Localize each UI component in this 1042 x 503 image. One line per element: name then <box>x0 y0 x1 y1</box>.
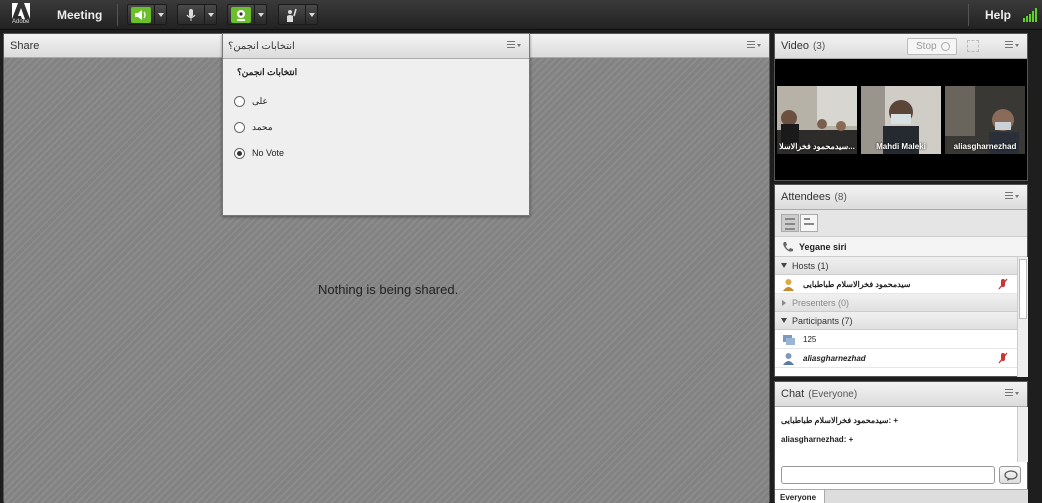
group-presenters[interactable]: Presenters (0) <box>775 294 1017 312</box>
status-view-icon[interactable] <box>800 214 818 232</box>
attendee-scrollbar[interactable] <box>1017 257 1028 377</box>
group-label: Presenters (0) <box>792 298 850 308</box>
poll-option-label: No Vote <box>252 148 285 158</box>
chat-pod-title: Chat (Everyone) <box>781 388 858 400</box>
share-pod-title: Share <box>10 40 40 52</box>
attendee-name: aliasgharnezhad <box>803 354 866 363</box>
video-tile-name: سیدمحمود فخرالاسلا... <box>779 142 855 151</box>
list-view-icon[interactable] <box>781 214 799 232</box>
webcam-dropdown[interactable] <box>254 5 266 24</box>
connection-signal-icon <box>1023 8 1039 22</box>
video-tile[interactable]: سیدمحمود فخرالاسلا... <box>777 86 857 154</box>
participant-group-icon <box>783 335 795 345</box>
speaker-dropdown[interactable] <box>154 5 166 24</box>
group-label: Participants (7) <box>792 316 853 326</box>
microphone-icon <box>181 7 201 23</box>
attendee-row[interactable]: 125 <box>775 330 1017 349</box>
video-tile-name: Mahdi Maleki <box>876 142 926 151</box>
attendee-list: Hosts (1) سیدمحمود فخرالاسلام طباطبایی P… <box>775 257 1017 377</box>
poll-option-label: علی <box>252 96 268 106</box>
poll-question: انتخابات انجمن؟ <box>237 67 298 77</box>
phone-icon <box>783 242 793 252</box>
raise-hand-button[interactable] <box>278 4 318 25</box>
stop-video-button[interactable]: Stop <box>907 38 957 55</box>
toolbar-divider <box>968 4 969 26</box>
chat-message: سیدمحمود فخرالاسلام طباطبایی: + <box>781 416 899 425</box>
chat-message: aliasgharnezhad: + <box>781 435 854 444</box>
video-pod: Video (3) Stop سیدمحمود فخرالاسلا... Mahd… <box>774 33 1028 181</box>
attendees-pod: Attendees (8) Yegane siri Hosts (1) سیدمح… <box>774 184 1028 377</box>
microphone-dropdown[interactable] <box>204 5 216 24</box>
empty-share-message: Nothing is being shared. <box>318 282 459 297</box>
chat-scrollbar[interactable] <box>1017 407 1028 462</box>
microphone-active-icon <box>998 278 1008 290</box>
group-hosts[interactable]: Hosts (1) <box>775 257 1017 275</box>
attendees-pod-header: Attendees (8) <box>775 185 1027 210</box>
pod-menu-icon[interactable] <box>1005 389 1019 399</box>
microphone-button[interactable] <box>177 4 217 25</box>
chat-tab-bar <box>825 489 1028 503</box>
adobe-logo: Adobe <box>10 3 32 27</box>
send-message-button[interactable] <box>999 466 1021 484</box>
chevron-down-icon <box>781 263 787 268</box>
speaker-button[interactable] <box>127 4 167 25</box>
pod-menu-icon[interactable] <box>1005 192 1019 202</box>
fullscreen-icon[interactable] <box>967 40 979 52</box>
host-user-icon <box>783 279 794 291</box>
video-tile[interactable]: aliasgharnezhad <box>945 86 1025 154</box>
help-menu[interactable]: Help <box>985 8 1011 22</box>
video-pod-header: Video (3) Stop <box>775 34 1027 59</box>
poll-option-label: محمد <box>252 122 273 132</box>
speech-bubble-icon <box>1004 470 1018 481</box>
attendee-row[interactable]: aliasgharnezhad <box>775 349 1017 368</box>
group-label: Hosts (1) <box>792 261 829 271</box>
status-dropdown[interactable] <box>305 5 317 24</box>
video-tile-name: aliasgharnezhad <box>953 142 1017 151</box>
microphone-active-icon <box>998 352 1008 364</box>
attendee-name: سیدمحمود فخرالاسلام طباطبایی <box>803 280 911 289</box>
meeting-menu[interactable]: Meeting <box>57 8 102 22</box>
poll-pod: انتخابات انجمن؟ انتخابات انجمن؟ علی محمد… <box>222 33 530 216</box>
my-name: Yegane siri <box>799 242 847 252</box>
scrollbar-thumb[interactable] <box>1019 259 1027 319</box>
speaker-icon <box>131 7 151 23</box>
attendees-pod-title: Attendees (8) <box>781 191 847 203</box>
participant-user-icon <box>783 353 794 365</box>
webcam-icon <box>231 7 251 23</box>
chat-pod-header: Chat (Everyone) <box>775 382 1027 407</box>
pod-menu-icon[interactable] <box>507 41 521 51</box>
attendee-view-toggles <box>775 210 1027 237</box>
chat-input[interactable] <box>781 466 995 484</box>
my-status-row[interactable]: Yegane siri <box>775 237 1027 257</box>
chevron-down-icon <box>781 318 787 323</box>
video-tile[interactable]: Mahdi Maleki <box>861 86 941 154</box>
chat-tab-everyone[interactable]: Everyone <box>775 489 825 503</box>
chat-pod: Chat (Everyone) سیدمحمود فخرالاسلام طباطب… <box>774 381 1028 503</box>
attendee-name: 125 <box>803 335 817 344</box>
radio-button[interactable] <box>234 96 245 107</box>
video-pod-title: Video (3) <box>781 40 826 52</box>
webcam-icon <box>941 42 950 51</box>
toolbar-divider <box>117 4 118 26</box>
poll-pod-header: انتخابات انجمن؟ <box>223 34 529 59</box>
pod-menu-icon[interactable] <box>1005 41 1019 51</box>
webcam-button[interactable] <box>227 4 267 25</box>
pod-menu-icon[interactable] <box>747 41 761 51</box>
adobe-logo-label: Adobe <box>12 19 30 25</box>
group-participants[interactable]: Participants (7) <box>775 312 1017 330</box>
attendee-row[interactable]: سیدمحمود فخرالاسلام طباطبایی <box>775 275 1017 294</box>
top-menu-bar: Adobe Meeting Help <box>0 0 1042 30</box>
raise-hand-icon <box>282 7 302 23</box>
chevron-right-icon <box>782 300 786 306</box>
poll-title: انتخابات انجمن؟ <box>228 41 295 52</box>
radio-button-selected[interactable] <box>234 148 245 159</box>
radio-button[interactable] <box>234 122 245 133</box>
